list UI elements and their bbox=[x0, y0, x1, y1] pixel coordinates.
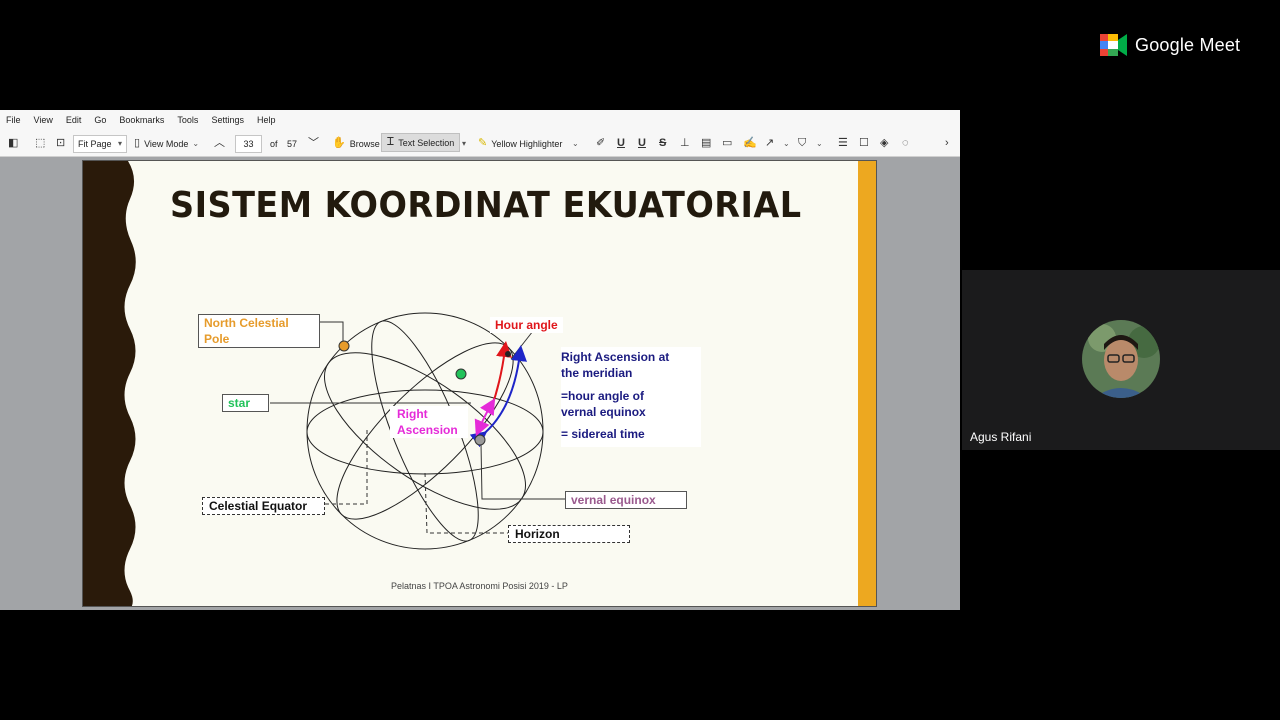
browse-label: Browse bbox=[349, 138, 380, 149]
right-ascension-arrow bbox=[469, 345, 527, 448]
menu-bar: File View Edit Go Bookmarks Tools Settin… bbox=[0, 110, 960, 130]
fill-color-icon[interactable]: ◈ bbox=[880, 138, 888, 149]
ra-note-line: Right Ascension at bbox=[561, 350, 670, 364]
strikethrough-icon[interactable]: S bbox=[659, 138, 666, 149]
highlighter-label: Yellow Highlighter bbox=[491, 138, 563, 149]
chevron-down-icon: ▾ bbox=[117, 139, 122, 148]
pdf-viewer-window: File View Edit Go Bookmarks Tools Settin… bbox=[0, 110, 960, 610]
north-celestial-pole-point bbox=[338, 340, 350, 352]
stamp-icon[interactable]: ⛉ bbox=[798, 138, 806, 149]
north-celestial-pole-label: North Celestial Pole bbox=[198, 314, 320, 348]
zoom-mode-label: Fit Page bbox=[78, 138, 112, 149]
ra-note-line: vernal equinox bbox=[561, 405, 646, 419]
freehand-icon[interactable]: ✍ bbox=[743, 138, 757, 149]
menu-edit[interactable]: Edit bbox=[66, 115, 82, 125]
horizon-leader-line bbox=[424, 472, 509, 534]
opacity-icon[interactable]: ◌ bbox=[902, 138, 909, 149]
screen: Google Meet Agus Rifani File View Edit G… bbox=[0, 0, 1280, 720]
vernal-equinox-point bbox=[474, 434, 486, 446]
participant-name: Agus Rifani bbox=[970, 430, 1032, 444]
comment-icon[interactable]: ▭ bbox=[722, 138, 732, 149]
google-meet-logo: Google Meet bbox=[1100, 34, 1240, 56]
chevron-down-icon[interactable]: ⌄ bbox=[572, 139, 579, 148]
squiggly-underline-icon[interactable]: U bbox=[638, 138, 646, 149]
chevron-down-icon[interactable]: ⌄ bbox=[816, 139, 823, 148]
line-width-icon[interactable]: ☰ bbox=[838, 138, 848, 149]
next-page-icon[interactable]: ﹀ bbox=[308, 138, 319, 149]
star-label: star bbox=[222, 394, 269, 412]
insert-text-icon[interactable]: ⊥ bbox=[680, 138, 690, 149]
browse-tool-button[interactable]: ✋ Browse bbox=[332, 134, 380, 153]
chevron-down-icon[interactable]: ⌄ bbox=[783, 139, 790, 148]
menu-help[interactable]: Help bbox=[257, 115, 276, 125]
pdf-page-slide: SISTEM KOORDINAT EKUATORIAL North Celest… bbox=[82, 160, 877, 607]
horizon-label: Horizon bbox=[508, 525, 630, 543]
sidebar-toggle-icon[interactable]: ◧ bbox=[8, 138, 18, 149]
page-total: 57 bbox=[287, 138, 298, 149]
previous-page-icon[interactable]: ︿ bbox=[214, 138, 225, 149]
chevron-down-icon: ⌄ bbox=[192, 139, 200, 148]
text-selection-button[interactable]: Ꮖ Text Selection bbox=[381, 133, 461, 152]
highlighter-button[interactable]: ✎ Yellow Highlighter bbox=[478, 134, 562, 153]
right-ascension-label: Right Ascension bbox=[390, 406, 468, 438]
toolbar: ◧ ⬚ ⊡ Fit Page ▾ ▯ View Mode ⌄ ︿ 33 of 5… bbox=[0, 130, 960, 157]
menu-view[interactable]: View bbox=[34, 115, 53, 125]
menu-tools[interactable]: Tools bbox=[177, 115, 198, 125]
ra-note-line: =hour angle of bbox=[561, 389, 645, 403]
zoom-mode-select[interactable]: Fit Page ▾ bbox=[73, 134, 127, 153]
page-current: 33 bbox=[243, 138, 254, 149]
celestial-sphere-diagram bbox=[270, 312, 565, 550]
zoom-select-icon[interactable]: ⊡ bbox=[56, 138, 65, 149]
participant-avatar bbox=[1082, 320, 1160, 398]
text-selection-label: Text Selection bbox=[398, 137, 455, 148]
vernal-equinox-label: vernal equinox bbox=[565, 491, 687, 509]
menu-bookmarks[interactable]: Bookmarks bbox=[119, 115, 164, 125]
chevron-down-icon[interactable]: ▾ bbox=[462, 139, 466, 148]
star-point bbox=[455, 368, 467, 380]
slide-footer: Pelatnas I TPOA Astronomi Posisi 2019 - … bbox=[391, 581, 568, 591]
chevron-right-icon[interactable]: › bbox=[945, 138, 949, 149]
pen-icon[interactable]: ✐ bbox=[596, 138, 605, 149]
meet-camera-icon bbox=[1100, 34, 1127, 56]
ra-note-line: the meridian bbox=[561, 366, 633, 380]
fit-width-icon[interactable]: ⬚ bbox=[35, 138, 45, 149]
page-number-input[interactable]: 33 bbox=[235, 134, 262, 153]
view-mode-label: View Mode bbox=[144, 138, 189, 149]
celestial-equator-label: Celestial Equator bbox=[202, 497, 325, 515]
menu-file[interactable]: File bbox=[6, 115, 21, 125]
pole-leader-line bbox=[320, 321, 344, 345]
participant-tile[interactable]: Agus Rifani bbox=[962, 270, 1280, 450]
typewriter-icon[interactable]: ▤ bbox=[701, 138, 711, 149]
menu-settings[interactable]: Settings bbox=[211, 115, 244, 125]
border-icon[interactable]: ☐ bbox=[859, 138, 869, 149]
meridian-point bbox=[505, 351, 511, 357]
view-mode-icon: ▯ bbox=[134, 137, 141, 149]
highlighter-icon: ✎ bbox=[478, 137, 488, 149]
meet-brand-text: Google Meet bbox=[1135, 34, 1241, 55]
page-of-label: of bbox=[270, 138, 278, 149]
menu-go[interactable]: Go bbox=[94, 115, 106, 125]
view-mode-button[interactable]: ▯ View Mode ⌄ bbox=[134, 134, 199, 153]
ra-note-line: = sidereal time bbox=[561, 427, 645, 441]
hour-angle-leader-line bbox=[510, 330, 534, 360]
arrow-line-icon[interactable]: ↗ bbox=[765, 138, 774, 149]
underline-icon[interactable]: U bbox=[617, 138, 625, 149]
right-ascension-notes: Right Ascension at the meridian =hour an… bbox=[561, 347, 701, 447]
hour-angle-label: Hour angle bbox=[490, 317, 563, 333]
hand-icon: ✋ bbox=[332, 137, 346, 149]
text-cursor-icon: Ꮖ bbox=[387, 136, 395, 148]
